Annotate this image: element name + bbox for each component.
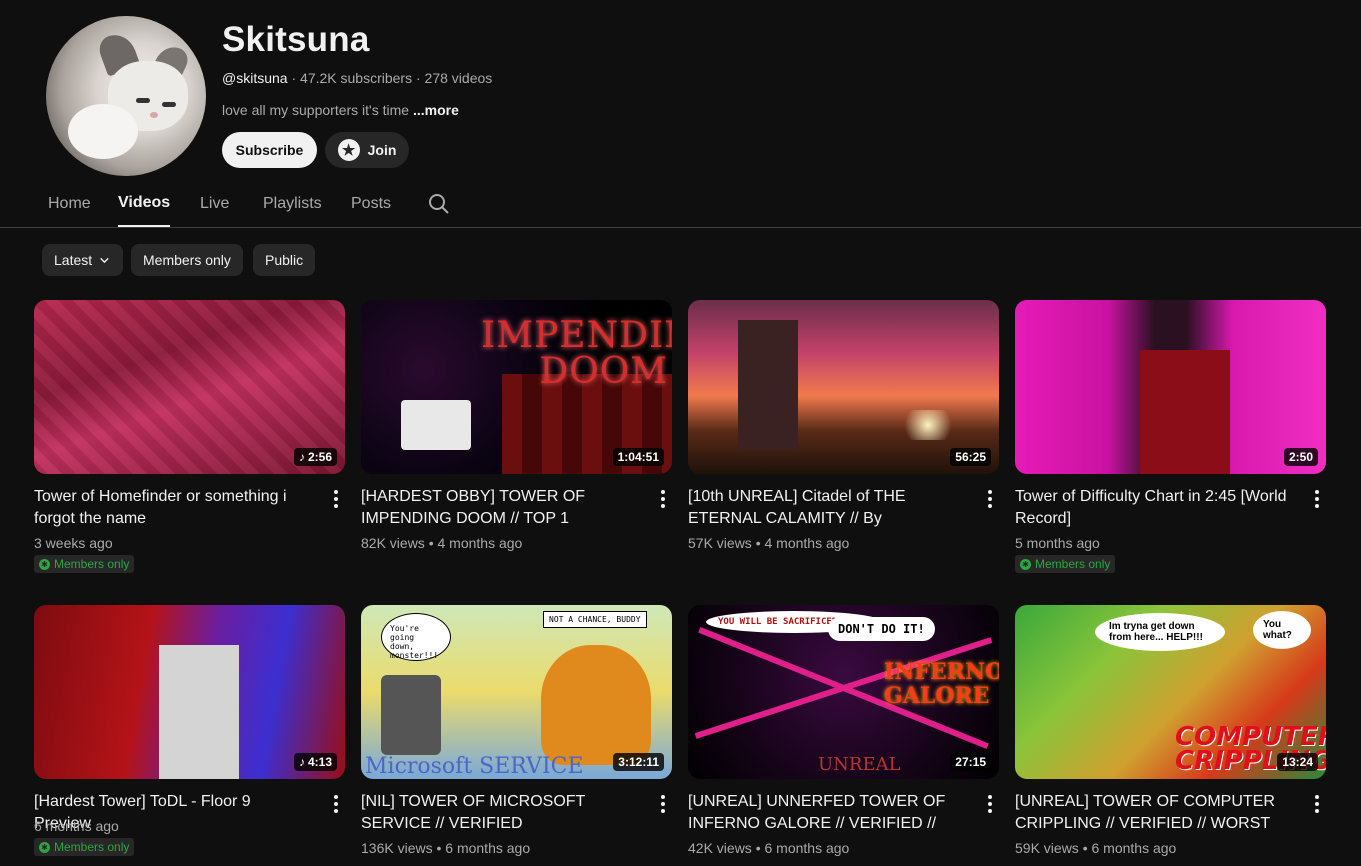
video-thumbnail[interactable]: ♪ 2:56 — [34, 300, 345, 474]
video-stats: 6 months ago — [34, 818, 119, 834]
video-card[interactable]: IMPENDINGDOOM 1:04:51 [HARDEST OBBY] TOW… — [361, 300, 672, 551]
more-options-icon[interactable] — [1309, 488, 1325, 510]
video-thumbnail[interactable]: Im tryna get down from here... HELP!!! Y… — [1015, 605, 1326, 779]
video-title[interactable]: [10th UNREAL] Citadel of THE ETERNAL CAL… — [688, 486, 960, 530]
more-options-icon[interactable] — [982, 488, 998, 510]
video-title[interactable]: [UNREAL] TOWER OF COMPUTER CRIPPLING // … — [1015, 791, 1287, 835]
subscriber-count: 47.2K subscribers — [300, 70, 413, 86]
speech-bubble: Im tryna get down from here... HELP!!! — [1095, 613, 1225, 651]
duration-badge: 1:04:51 — [612, 448, 664, 466]
thumbnail-caption: Microsoft SERVICE — [365, 754, 584, 779]
join-label: Join — [367, 142, 397, 158]
video-card[interactable]: 2:50 Tower of Difficulty Chart in 2:45 [… — [1015, 300, 1326, 573]
video-stats: 42K views • 6 months ago — [688, 840, 850, 856]
video-card[interactable]: ♪ 4:13 [Hardest Tower] ToDL - Floor 9 Pre… — [34, 605, 345, 856]
video-card[interactable]: 56:25 [10th UNREAL] Citadel of THE ETERN… — [688, 300, 999, 551]
more-options-icon[interactable] — [328, 488, 344, 510]
thumbnail-caption: IMPENDINGDOOM — [481, 315, 672, 392]
tab-playlists[interactable]: Playlists — [263, 180, 322, 227]
more-options-icon[interactable] — [982, 793, 998, 815]
star-icon: ★ — [337, 139, 360, 161]
channel-description[interactable]: love all my supporters it's time ...more — [222, 102, 459, 118]
more-options-icon[interactable] — [1309, 793, 1325, 815]
chevron-down-icon — [100, 257, 109, 264]
music-note-icon: ♪ — [298, 755, 305, 769]
duration-text: 4:13 — [307, 755, 332, 769]
members-icon: ✱ — [1020, 558, 1031, 570]
duration-badge: ♪ 2:56 — [293, 448, 337, 466]
video-thumbnail[interactable]: 2:50 — [1015, 300, 1326, 474]
duration-badge: 27:15 — [950, 753, 991, 771]
badge-label: Members only — [54, 557, 130, 571]
video-stats: 136K views • 6 months ago — [361, 840, 531, 856]
video-title[interactable]: Tower of Difficulty Chart in 2:45 [World… — [1015, 486, 1287, 530]
chip-public[interactable]: Public — [253, 244, 316, 276]
duration-badge: 2:50 — [1283, 448, 1318, 466]
members-only-badge: ✱ Members only — [34, 555, 135, 573]
members-icon: ✱ — [39, 841, 50, 853]
video-thumbnail[interactable]: You're going down, monster!!! NOT A CHAN… — [361, 605, 672, 779]
video-thumbnail[interactable]: 56:25 — [688, 300, 999, 474]
speech-bubble: DON'T DO IT! — [828, 617, 935, 641]
video-stats: 5 months ago — [1015, 535, 1100, 551]
thumbnail-caption: UNREAL — [818, 754, 901, 775]
meta-separator: · — [291, 70, 301, 86]
speech-bubble: You what? — [1253, 611, 1311, 649]
more-options-icon[interactable] — [328, 793, 344, 815]
channel-meta: @skitsuna · 47.2K subscribers · 278 vide… — [222, 70, 492, 86]
speech-bubble: NOT A CHANCE, BUDDY — [543, 611, 647, 628]
video-title[interactable]: [NIL] TOWER OF MICROSOFT SERVICE // VERI… — [361, 791, 633, 835]
channel-header: Skitsuna @skitsuna · 47.2K subscribers ·… — [0, 0, 1361, 228]
video-stats: 57K views • 4 months ago — [688, 535, 850, 551]
speech-bubble: You're going down, monster!!! — [381, 613, 451, 661]
badge-label: Members only — [1035, 557, 1111, 571]
video-count: 278 videos — [424, 70, 493, 86]
tab-posts[interactable]: Posts — [351, 180, 391, 227]
duration-badge: 56:25 — [950, 448, 991, 466]
channel-handle: @skitsuna — [222, 70, 288, 86]
duration-badge: 13:24 — [1277, 753, 1318, 771]
members-only-badge: ✱ Members only — [1015, 555, 1116, 573]
video-stats: 3 weeks ago — [34, 535, 113, 551]
video-stats: 59K views • 6 months ago — [1015, 840, 1177, 856]
badge-label: Members only — [54, 840, 130, 854]
tab-home[interactable]: Home — [48, 180, 91, 227]
more-options-icon[interactable] — [655, 488, 671, 510]
video-thumbnail[interactable]: ♪ 4:13 — [34, 605, 345, 779]
video-card[interactable]: Im tryna get down from here... HELP!!! Y… — [1015, 605, 1326, 856]
meta-separator: · — [415, 70, 425, 86]
chip-latest-label: Latest — [54, 252, 93, 268]
video-card[interactable]: ♪ 2:56 Tower of Homefinder or something i… — [34, 300, 345, 573]
music-note-icon: ♪ — [298, 450, 305, 464]
more-link[interactable]: ...more — [413, 102, 459, 118]
video-card[interactable]: YOU WILL BE SACRIFICED, SKIT DON'T DO IT… — [688, 605, 999, 856]
join-button[interactable]: ★ Join — [325, 132, 409, 168]
more-options-icon[interactable] — [655, 793, 671, 815]
channel-name: Skitsuna — [222, 20, 370, 59]
duration-text: 2:56 — [307, 450, 332, 464]
duration-badge: 3:12:11 — [613, 753, 664, 771]
subscribe-button[interactable]: Subscribe — [222, 132, 317, 168]
video-thumbnail[interactable]: IMPENDINGDOOM 1:04:51 — [361, 300, 672, 474]
members-icon: ✱ — [39, 558, 50, 570]
chip-latest[interactable]: Latest — [42, 244, 123, 276]
video-card[interactable]: You're going down, monster!!! NOT A CHAN… — [361, 605, 672, 856]
chip-members-only[interactable]: Members only — [131, 244, 243, 276]
video-title[interactable]: [HARDEST OBBY] TOWER OF IMPENDING DOOM /… — [361, 486, 633, 530]
video-title[interactable]: [UNREAL] UNNERFED TOWER OF INFERNO GALOR… — [688, 791, 960, 835]
tab-videos[interactable]: Videos — [118, 180, 171, 227]
video-title[interactable]: Tower of Homefinder or something i forgo… — [34, 486, 306, 530]
description-text: love all my supporters it's time — [222, 102, 410, 118]
members-only-badge: ✱ Members only — [34, 838, 135, 856]
thumbnail-caption: INFERNO GALORE — [884, 659, 999, 709]
video-thumbnail[interactable]: YOU WILL BE SACRIFICED, SKIT DON'T DO IT… — [688, 605, 999, 779]
search-icon[interactable] — [427, 192, 451, 216]
video-stats: 82K views • 4 months ago — [361, 535, 523, 551]
channel-avatar[interactable] — [46, 16, 206, 176]
duration-badge: ♪ 4:13 — [293, 753, 337, 771]
channel-tabs: Home Videos Live Playlists Posts — [0, 180, 1361, 228]
tab-live[interactable]: Live — [200, 180, 229, 227]
